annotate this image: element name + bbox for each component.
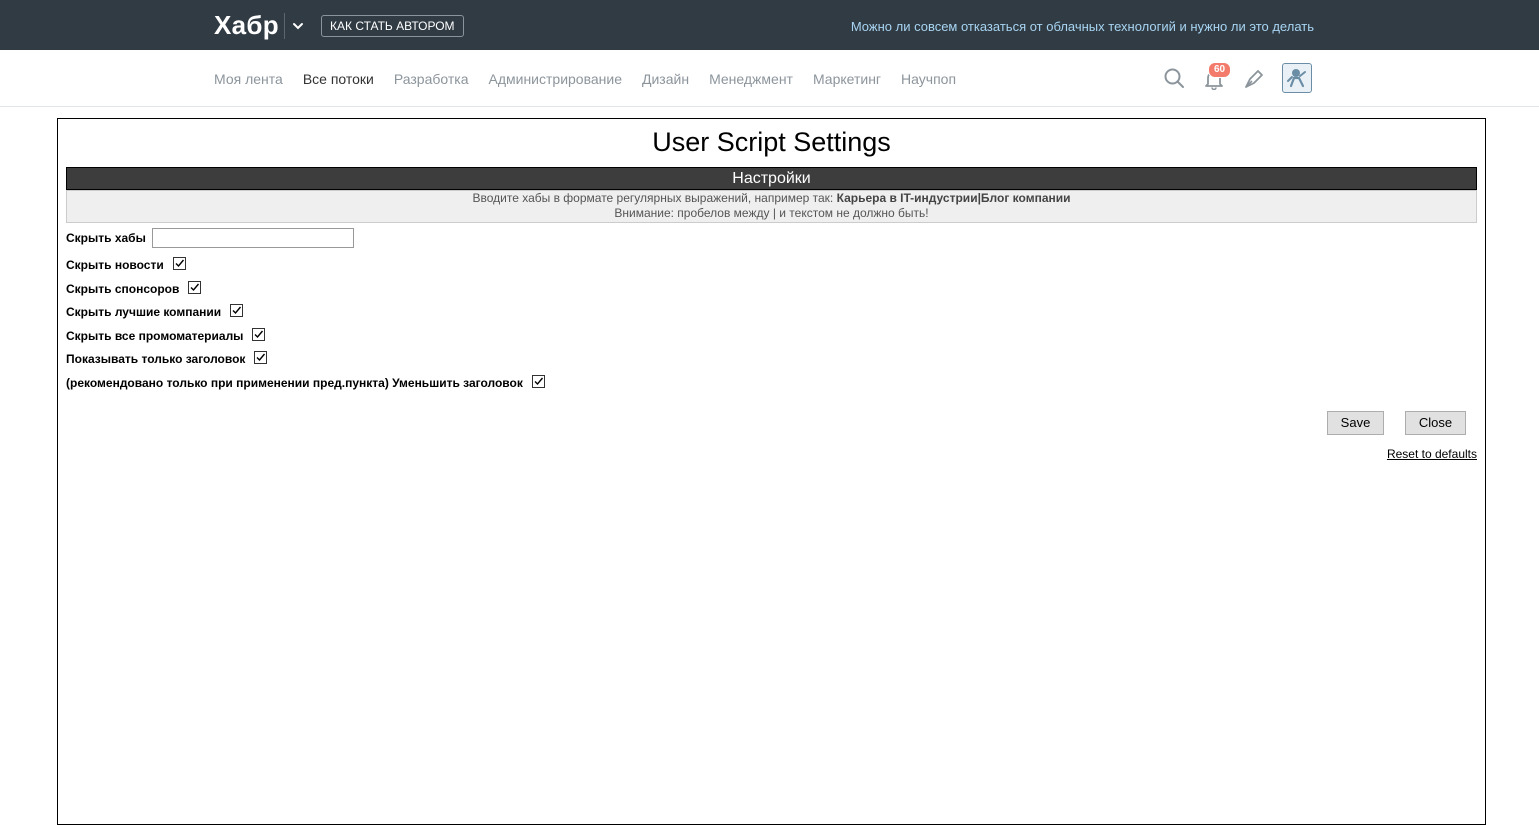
checkmark-icon (175, 259, 184, 267)
search-icon[interactable] (1163, 67, 1185, 89)
user-avatar[interactable] (1282, 63, 1312, 93)
nav-item-management[interactable]: Менеджмент (709, 71, 793, 87)
option-row-hide-promo: Скрыть все промоматериалы (66, 327, 266, 343)
option-label: Скрыть все промоматериалы (66, 329, 244, 343)
option-row-hide-top-companies: Скрыть лучшие компании (66, 303, 244, 319)
hide-news-checkbox[interactable] (172, 256, 186, 270)
hint-box: Вводите хабы в формате регулярных выраже… (66, 190, 1477, 223)
nav-item-administration[interactable]: Администрирование (489, 71, 623, 87)
promo-article-link[interactable]: Можно ли совсем отказаться от облачных т… (851, 19, 1314, 34)
pen-icon[interactable] (1243, 68, 1265, 90)
nav-item-my-feed[interactable]: Моя лента (214, 71, 283, 87)
save-button[interactable]: Save (1327, 411, 1384, 435)
checkmark-icon (256, 353, 266, 361)
nav-item-development[interactable]: Разработка (394, 71, 469, 87)
option-row-hide-sponsors: Скрыть спонсоров (66, 280, 202, 296)
shrink-title-checkbox[interactable] (531, 374, 545, 388)
title-only-checkbox[interactable] (254, 350, 268, 364)
habr-logo[interactable]: Хабр (214, 10, 279, 41)
checkmark-icon (534, 377, 543, 385)
option-row-shrink-title: (рекомендовано только при применении пре… (66, 374, 545, 390)
option-label: Скрыть новости (66, 258, 164, 272)
checkmark-icon (232, 306, 242, 314)
hide-sponsors-checkbox[interactable] (188, 280, 202, 294)
checkmark-icon (254, 330, 264, 338)
hide-hubs-row: Скрыть хабы (66, 228, 354, 248)
user-script-settings-dialog: User Script Settings Настройки Вводите х… (57, 118, 1486, 825)
close-button[interactable]: Close (1405, 411, 1466, 435)
nav-item-design[interactable]: Дизайн (642, 71, 689, 87)
nav-flows: Моя лента Все потоки Разработка Админист… (214, 71, 976, 87)
option-row-hide-news: Скрыть новости (66, 256, 186, 272)
notification-count-badge: 60 (1208, 62, 1232, 78)
reset-to-defaults-link[interactable]: Reset to defaults (1387, 447, 1477, 461)
chevron-down-icon[interactable] (291, 19, 305, 33)
hint-line-1-example: Карьера в IT-индустрии|Блог компании (836, 191, 1071, 205)
nav-item-popsci[interactable]: Научпоп (901, 71, 956, 87)
section-header: Настройки (66, 167, 1477, 190)
how-to-become-author-button[interactable]: КАК СТАТЬ АВТОРОМ (321, 15, 464, 37)
option-row-title-only: Показывать только заголовок (66, 350, 268, 366)
checkmark-icon (190, 283, 200, 291)
hide-promo-checkbox[interactable] (252, 327, 266, 341)
nav-item-marketing[interactable]: Маркетинг (813, 71, 881, 87)
hide-top-companies-checkbox[interactable] (230, 303, 244, 317)
option-label: Скрыть лучшие компании (66, 305, 222, 319)
hide-hubs-input[interactable] (151, 228, 354, 248)
hint-line-1-prefix: Вводите хабы в формате регулярных выраже… (472, 191, 837, 205)
dialog-title: User Script Settings (652, 127, 891, 157)
logo-divider (284, 13, 285, 39)
option-label: Показывать только заголовок (66, 352, 246, 366)
hint-line-1: Вводите хабы в формате регулярных выраже… (67, 191, 1476, 206)
avatar-icon (1287, 69, 1306, 88)
option-label: Скрыть спонсоров (66, 282, 180, 296)
top-bar: Хабр КАК СТАТЬ АВТОРОМ Можно ли совсем о… (0, 0, 1539, 50)
option-label: (рекомендовано только при применении пре… (66, 376, 523, 390)
hint-line-2: Внимание: пробелов между | и текстом не … (614, 206, 929, 220)
nav-item-all-flows[interactable]: Все потоки (303, 71, 374, 87)
hide-hubs-label: Скрыть хабы (66, 231, 146, 245)
